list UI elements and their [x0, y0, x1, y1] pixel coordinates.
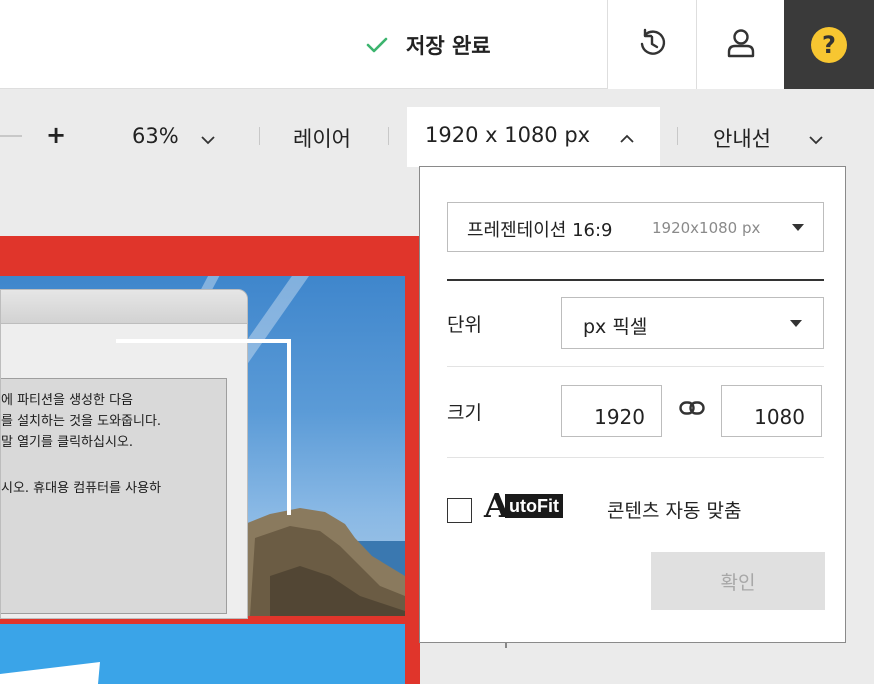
chevron-up-icon — [619, 129, 635, 148]
preset-size: 1920x1080 px — [652, 219, 761, 237]
unit-label: 단위 — [447, 314, 482, 336]
popup-divider — [447, 366, 824, 367]
history-button[interactable] — [607, 0, 696, 89]
zoom-chevron-down-icon[interactable] — [200, 130, 216, 149]
caret-down-icon — [790, 320, 802, 327]
autofit-logo-text: utoFit — [505, 494, 563, 518]
help-button[interactable]: ? — [784, 0, 874, 89]
preset-dropdown[interactable]: 프레젠테이션 16:9 1920x1080 px — [447, 202, 824, 252]
blue-panel-shape — [0, 624, 405, 684]
toolbar-divider — [388, 127, 389, 145]
help-icon: ? — [811, 26, 847, 63]
canvas-size-label: 1920 x 1080 px — [425, 123, 591, 147]
white-bracket-shape — [116, 339, 291, 515]
top-bar: 저장 완료 ? — [0, 0, 874, 89]
autofit-label[interactable]: 콘텐츠 자동 맞춤 — [607, 496, 741, 523]
history-icon — [636, 27, 668, 63]
caret-down-icon — [792, 224, 804, 231]
check-icon — [366, 36, 388, 54]
dialog-text-line: 에 파티션을 생성한 다음 — [1, 393, 133, 408]
preset-name: 프레젠테이션 16:9 — [467, 220, 613, 241]
zoom-in-button[interactable]: + — [46, 121, 66, 149]
popup-divider — [447, 279, 824, 281]
canvas-size-popup: 프레젠테이션 16:9 1920x1080 px 단위 px 픽셀 크기 A u… — [419, 166, 846, 643]
zoom-slider[interactable] — [0, 135, 22, 137]
layer-button[interactable]: 레이어 — [293, 123, 351, 153]
canvas-size-button[interactable]: 1920 x 1080 px — [407, 107, 660, 167]
toolbar-divider — [677, 127, 678, 145]
toolbar-divider — [259, 127, 260, 145]
autofit-checkbox[interactable] — [447, 498, 472, 523]
save-status-text: 저장 완료 — [406, 34, 491, 58]
size-label: 크기 — [447, 402, 482, 424]
zoom-level[interactable]: 63% — [132, 124, 179, 148]
dialog-text-line: 말 열기를 클릭하십시오. — [1, 435, 133, 450]
confirm-button[interactable]: 확인 — [651, 552, 825, 610]
unit-dropdown[interactable]: px 픽셀 — [561, 297, 824, 349]
width-input[interactable] — [561, 385, 662, 437]
link-icon[interactable] — [679, 399, 705, 421]
guide-button[interactable]: 안내선 — [713, 123, 771, 153]
popup-divider — [447, 457, 824, 458]
user-icon — [725, 27, 757, 63]
slide-canvas[interactable]: 에 파티션을 생성한 다음 를 설치하는 것을 도와줍니다. 말 열기를 클릭하… — [0, 236, 420, 684]
save-status: 저장 완료 — [366, 30, 491, 60]
dialog-titlebar — [1, 290, 247, 324]
height-input[interactable] — [721, 385, 822, 437]
unit-value: px 픽셀 — [583, 316, 648, 338]
user-button[interactable] — [696, 0, 785, 89]
guide-chevron-down-icon[interactable] — [808, 130, 824, 149]
